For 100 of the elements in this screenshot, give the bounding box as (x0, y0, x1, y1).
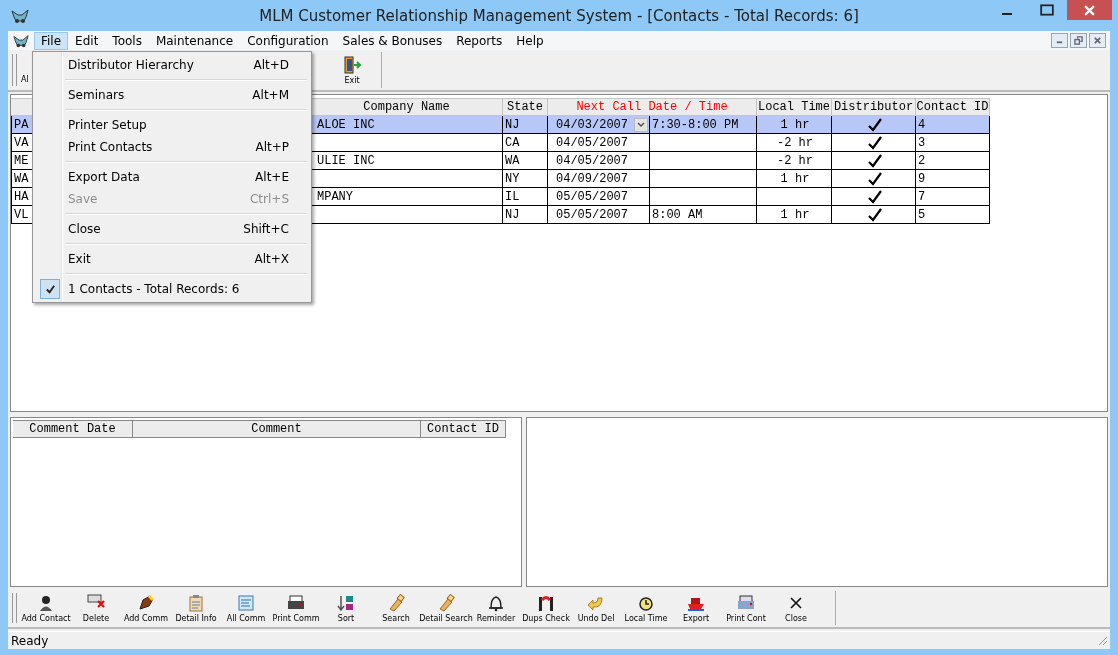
close-button[interactable] (1067, 0, 1112, 20)
menu-item[interactable]: Seminars Alt+M (35, 84, 309, 106)
menu-item[interactable]: File (34, 31, 69, 50)
menu-item[interactable]: Tools (105, 31, 149, 50)
column-header[interactable]: Contact ID (421, 420, 506, 438)
column-header[interactable]: Comment Date (13, 420, 133, 438)
table-cell-text: 05/05/2007 (555, 189, 628, 204)
close-button[interactable] (1089, 33, 1106, 48)
toolbar-button[interactable]: Dups Check (521, 589, 571, 627)
column-header[interactable]: Distributor (832, 98, 916, 116)
table-cell: CA (505, 135, 520, 150)
toolbar-button[interactable]: Export (671, 589, 721, 627)
table-cell: IL (505, 189, 520, 204)
toolbar-button[interactable]: Al (21, 50, 37, 90)
gate-icon (537, 593, 555, 612)
table-cell: VA (14, 135, 29, 150)
menu-item[interactable]: Distributor Hierarchy Alt+D (35, 54, 309, 76)
close-icon (1093, 36, 1102, 45)
table-cell: HA (14, 189, 29, 204)
menu-item[interactable]: Edit (68, 31, 106, 50)
menu-item[interactable]: Configuration (240, 31, 336, 50)
table-cell: NJ (505, 117, 520, 132)
toolbar-button[interactable]: Search (371, 589, 421, 627)
app-logo-icon (12, 32, 30, 49)
caret-icon (637, 121, 645, 128)
restore-icon (1074, 36, 1083, 45)
column-header[interactable]: Company Name (311, 98, 503, 116)
table-cell: 4 (918, 117, 926, 132)
menu-item[interactable]: 1 Contacts - Total Records: 6 (35, 278, 309, 300)
exit-button[interactable]: Exit (337, 50, 367, 90)
table-cell-text: 04/03/2007 (555, 117, 628, 132)
table-cell: ME (14, 153, 29, 168)
printer-icon (737, 593, 755, 612)
table-cell-text: MPANY (316, 189, 353, 204)
app-logo-icon (10, 6, 30, 25)
printer-icon (287, 593, 305, 612)
menu-item[interactable]: Exit Alt+X (35, 248, 309, 270)
table-cell: PA (14, 117, 29, 132)
menu-item[interactable]: Printer Setup (35, 114, 309, 136)
menu-item[interactable]: Print Contacts Alt+P (35, 136, 309, 158)
status-text: Ready (11, 633, 49, 648)
menu-item[interactable]: Export Data Alt+E (35, 166, 309, 188)
maximize-icon (1040, 4, 1054, 16)
document-icon (237, 593, 255, 612)
toolbar-button[interactable]: Print Cont (721, 589, 771, 627)
table-cell: NJ (505, 207, 520, 222)
table-cell: 5 (918, 207, 926, 222)
menu-item[interactable]: Help (509, 31, 551, 50)
table-cell-text: 04/05/2007 (555, 135, 628, 150)
menu-item[interactable]: Reports (449, 31, 510, 50)
sort-icon (337, 593, 355, 612)
minimize-icon (1002, 12, 1012, 16)
table-cell: 1 hr (780, 207, 810, 222)
toolbar-button[interactable]: Add Comm (121, 589, 171, 627)
menu-item[interactable]: Close Shift+C (35, 218, 309, 240)
column-header[interactable]: Comment (133, 420, 421, 438)
table-cell: 2 (918, 153, 926, 168)
toolbar-button[interactable]: Detail Search (421, 589, 471, 627)
flashlight-icon (387, 593, 405, 612)
table-cell: VL (14, 207, 29, 222)
restore-button[interactable] (1070, 33, 1087, 48)
toolbar-button[interactable]: Reminder (471, 589, 521, 627)
table-cell: WA (505, 153, 520, 168)
toolbar-button[interactable]: Sort (321, 589, 371, 627)
table-cell-text: 04/05/2007 (555, 153, 628, 168)
table-cell: -2 hr (777, 135, 813, 150)
toolbar-button[interactable]: Delete (71, 589, 121, 627)
table-cell: 3 (918, 135, 926, 150)
toolbar-button[interactable]: Detail Info (171, 589, 221, 627)
toolbar-button[interactable]: Local Time (621, 589, 671, 627)
toolbar-button[interactable]: Close (771, 589, 821, 627)
toolbar-button[interactable]: Undo Del (571, 589, 621, 627)
clipboard-icon (187, 593, 205, 612)
table-cell-text: 05/05/2007 (555, 207, 628, 222)
menu-item[interactable]: Sales & Bonuses (335, 31, 450, 50)
table-cell-text: 04/09/2007 (555, 171, 628, 186)
table-cell: -2 hr (777, 153, 813, 168)
column-header[interactable]: State (503, 98, 548, 116)
dropdown-button[interactable] (634, 117, 648, 132)
table-cell: NY (505, 171, 520, 186)
column-header[interactable]: Contact ID (916, 98, 990, 116)
table-cell: 1 hr (780, 171, 810, 186)
table-cell: WA (14, 171, 29, 186)
column-header[interactable]: Local Time (757, 98, 832, 116)
table-cell: 7:30-8:00 PM (652, 117, 739, 132)
person-icon (37, 593, 55, 612)
table-cell: 8:00 AM (652, 207, 703, 222)
menu-item[interactable]: Maintenance (148, 31, 241, 50)
table-cell-text: ALOE INC (316, 117, 375, 132)
toolbar-button[interactable]: Add Contact (21, 589, 71, 627)
toolbar-button[interactable]: All Comm (221, 589, 271, 627)
pencil-icon (137, 593, 155, 612)
table-cell: 7 (918, 189, 926, 204)
window-title: MLM Customer Relationship Management System - [Contacts - Total Records: 6] (259, 6, 859, 25)
bell-icon (487, 593, 505, 612)
toolbar-button[interactable]: Print Comm (271, 589, 321, 627)
resize-grip-icon (1098, 635, 1108, 646)
table-cell: 9 (918, 171, 926, 186)
close-icon (1084, 4, 1095, 16)
table-cell-text: ULIE INC (316, 153, 375, 168)
